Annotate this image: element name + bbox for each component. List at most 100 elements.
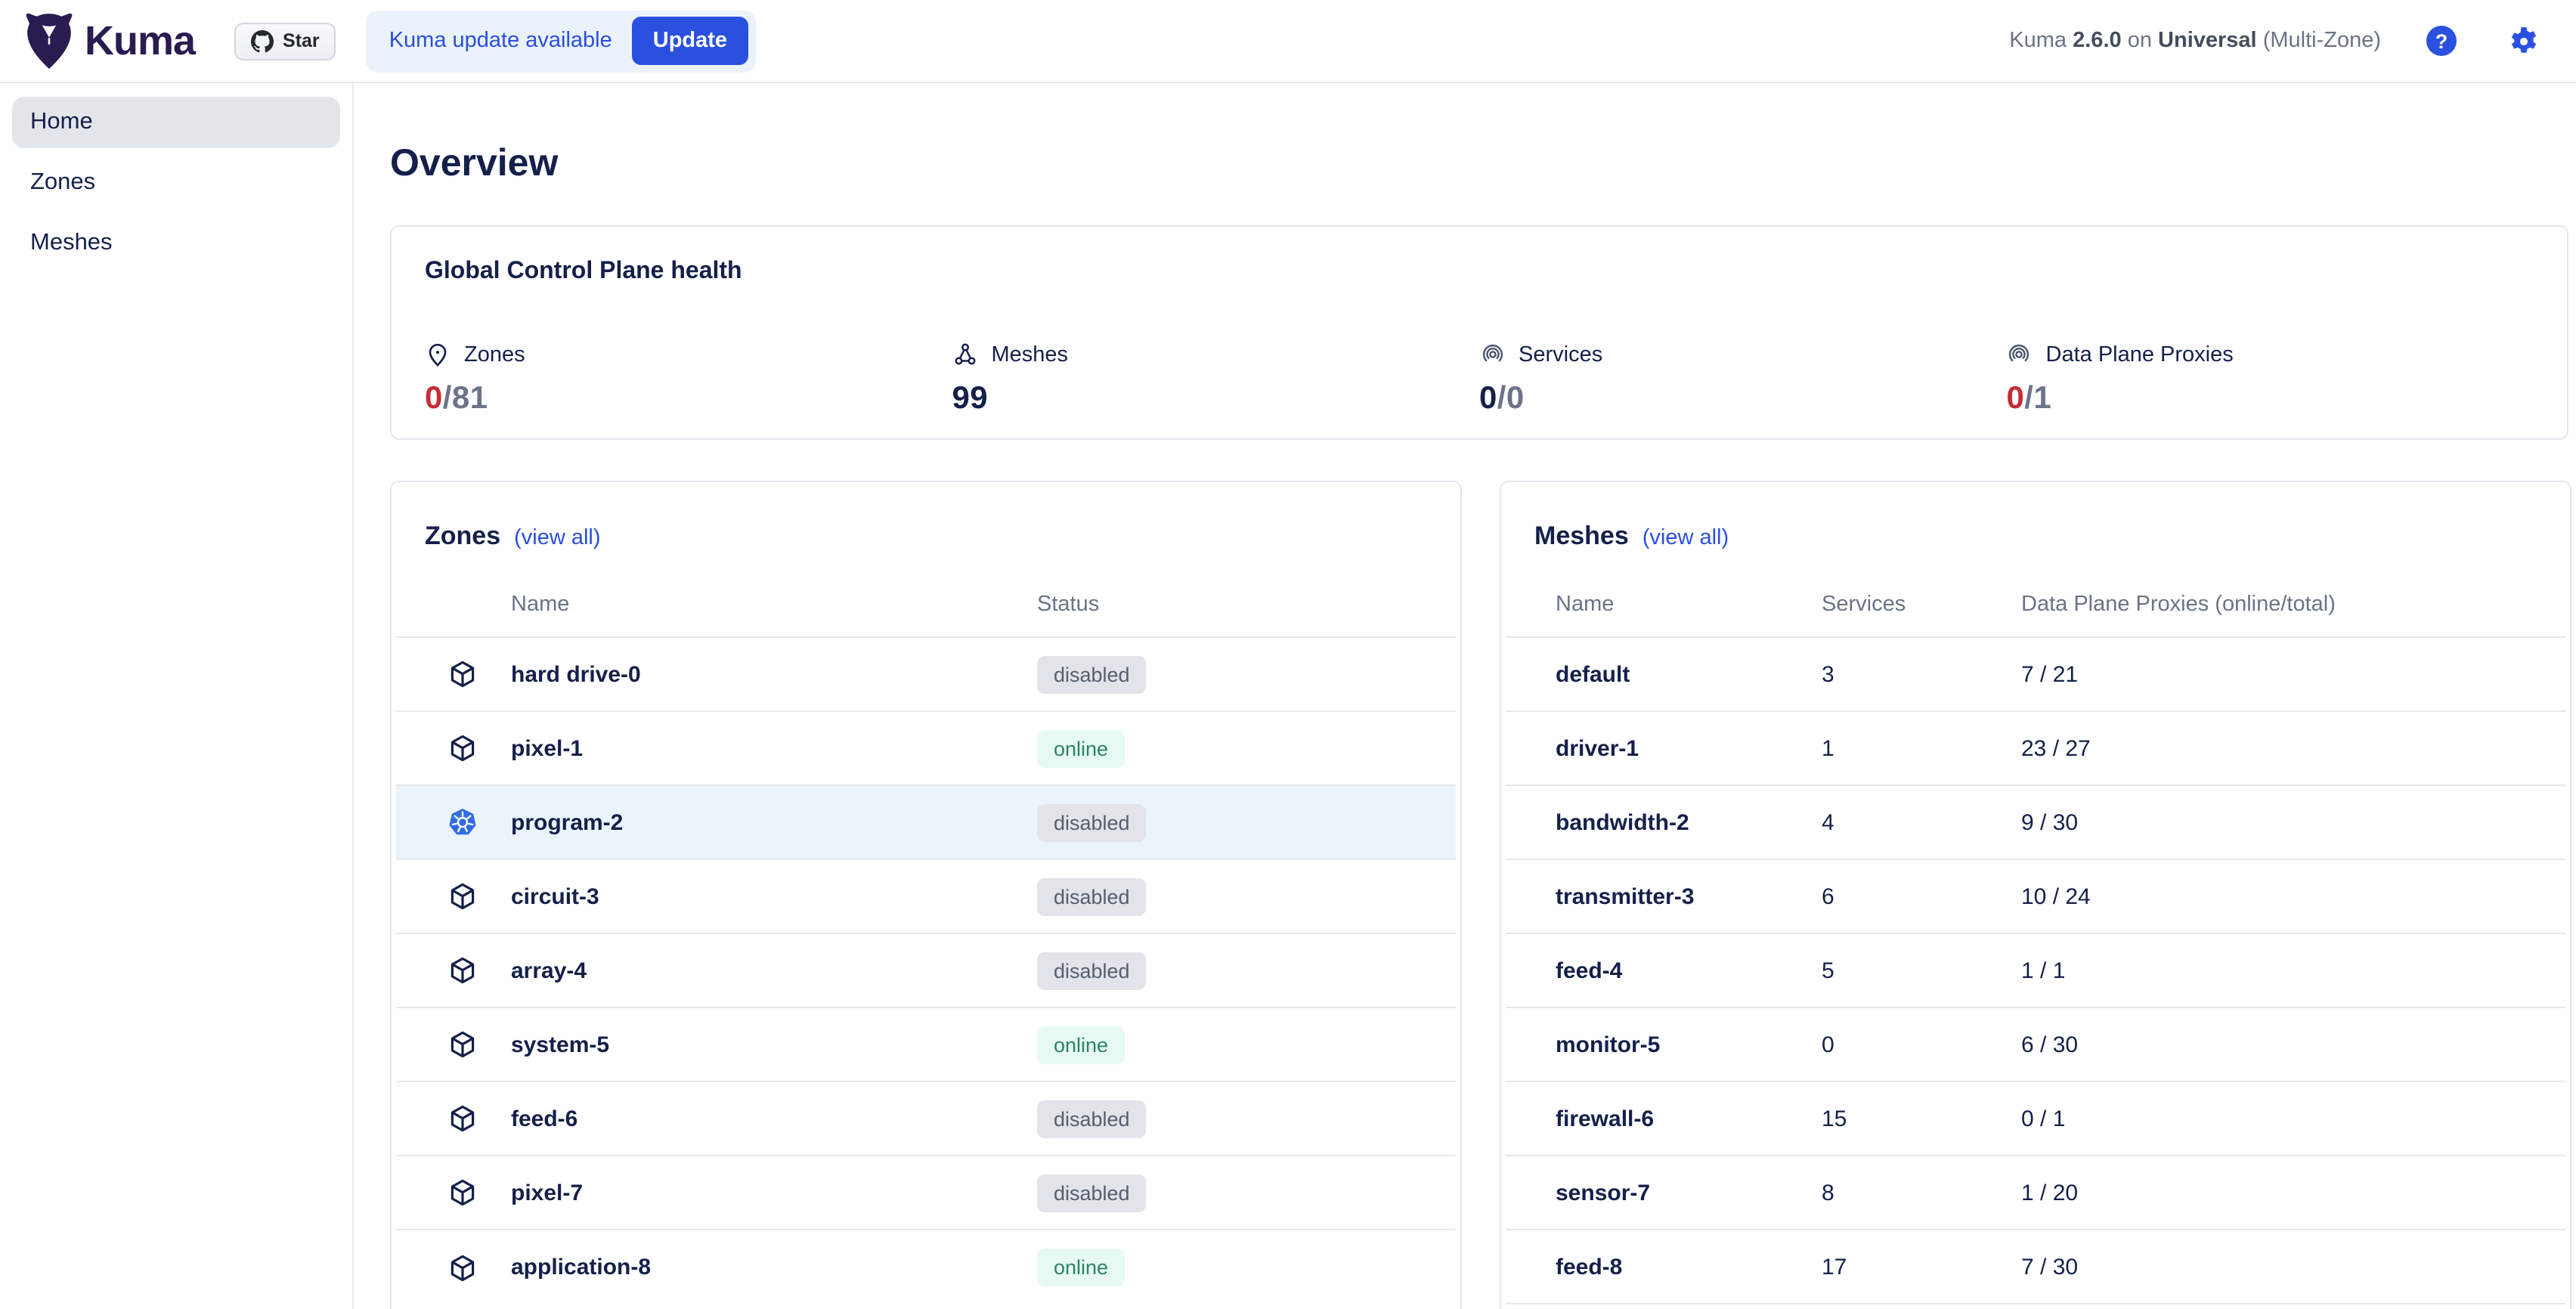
mesh-name-link[interactable]: firewall-6	[1556, 1106, 1822, 1131]
health-stat-label: Data Plane Proxies	[2007, 342, 2534, 367]
update-available-link[interactable]: Kuma update available	[389, 29, 612, 53]
mesh-row[interactable]: monitor-506 / 30	[1506, 1008, 2565, 1082]
mesh-network-icon	[952, 342, 978, 367]
status-badge: online	[1037, 1026, 1125, 1063]
mesh-name-link[interactable]: bandwidth-2	[1556, 809, 1822, 835]
zone-name-link[interactable]: pixel-7	[511, 1180, 1037, 1205]
github-icon	[251, 29, 274, 52]
cube-icon	[447, 733, 478, 763]
service-rings-icon	[2007, 342, 2033, 367]
mesh-name-link[interactable]: feed-4	[1556, 958, 1822, 983]
zone-row[interactable]: pixel-1online	[396, 712, 1456, 786]
version-info: Kuma 2.6.0 on Universal (Multi-Zone)	[2009, 29, 2381, 53]
zone-row[interactable]: hard drive-0disabled	[396, 638, 1456, 712]
zone-name-link[interactable]: hard drive-0	[511, 661, 1037, 687]
health-stat-value: 0/1	[2007, 381, 2534, 417]
health-stat-value-part: 99	[952, 381, 989, 416]
location-pin-icon	[425, 342, 450, 367]
health-stat-value: 99	[952, 381, 1480, 417]
zones-card-title: Zones	[425, 521, 500, 552]
mesh-name-link[interactable]: transmitter-3	[1556, 883, 1822, 909]
mesh-services-count: 17	[1822, 1254, 2021, 1280]
mesh-proxies-count: 7 / 21	[2021, 661, 2565, 687]
zone-status-cell: online	[1037, 729, 1125, 767]
mesh-services-count: 1	[1822, 735, 2021, 761]
mesh-proxies-count: 9 / 30	[2021, 809, 2565, 835]
health-stat-label: Services	[1479, 342, 2007, 367]
zone-row[interactable]: system-5online	[396, 1008, 1456, 1082]
github-star-label: Star	[283, 30, 320, 51]
mesh-row[interactable]: transmitter-3610 / 24	[1506, 860, 2565, 934]
zone-status-cell: disabled	[1037, 1100, 1147, 1137]
service-rings-icon	[1479, 342, 1505, 367]
mesh-row[interactable]: bandwidth-249 / 30	[1506, 786, 2565, 860]
mesh-row[interactable]: sensor-781 / 20	[1506, 1156, 2565, 1230]
github-star-button[interactable]: Star	[234, 22, 336, 60]
zone-status-cell: online	[1037, 1026, 1125, 1063]
environment-label: Universal	[2158, 29, 2257, 53]
sidebar: Home Zones Meshes	[0, 83, 354, 1309]
zone-name-link[interactable]: array-4	[511, 958, 1037, 983]
zone-row[interactable]: application-8online	[396, 1230, 1456, 1304]
mesh-row[interactable]: firewall-6150 / 1	[1506, 1082, 2565, 1156]
global-health-card: Global Control Plane health Zones0/81 Me…	[390, 225, 2568, 440]
zone-name-link[interactable]: pixel-1	[511, 735, 1037, 761]
mesh-name-link[interactable]: sensor-7	[1556, 1180, 1822, 1205]
zone-row[interactable]: array-4disabled	[396, 934, 1456, 1008]
status-badge: disabled	[1037, 952, 1147, 989]
health-stat-label: Meshes	[952, 342, 1480, 367]
zone-status-cell: disabled	[1037, 952, 1147, 989]
health-stat-label-text: Services	[1519, 342, 1602, 367]
main-content: Overview Global Control Plane health Zon…	[354, 83, 2576, 1309]
mesh-proxies-count: 6 / 30	[2021, 1032, 2565, 1057]
mesh-name-link[interactable]: default	[1556, 661, 1822, 687]
mesh-services-count: 3	[1822, 661, 2021, 687]
zones-card: Zones (view all) Name Status hard drive-…	[390, 481, 1462, 1309]
zone-row[interactable]: program-2disabled	[396, 786, 1456, 860]
zone-row[interactable]: circuit-3disabled	[396, 860, 1456, 934]
mesh-row[interactable]: feed-451 / 1	[1506, 934, 2565, 1008]
health-stat-value-part: /81	[443, 381, 488, 416]
version-on-label: on	[2128, 29, 2152, 53]
zone-row-icon-cell	[447, 1029, 511, 1060]
meshes-view-all-link[interactable]: (view all)	[1643, 526, 1729, 550]
zone-name-link[interactable]: system-5	[511, 1032, 1037, 1057]
zone-row-icon-cell	[447, 881, 511, 911]
mesh-proxies-count: 1 / 1	[2021, 958, 2565, 983]
update-button[interactable]: Update	[632, 17, 748, 65]
cube-icon	[447, 1252, 478, 1283]
settings-button[interactable]	[2508, 25, 2540, 57]
mesh-row[interactable]: feed-8177 / 30	[1506, 1230, 2565, 1304]
health-stat: Services0/0	[1479, 342, 2007, 417]
zones-table-header: Name Status	[396, 593, 1456, 638]
mesh-services-count: 0	[1822, 1032, 2021, 1057]
status-badge: online	[1037, 729, 1125, 767]
mesh-row[interactable]: default37 / 21	[1506, 638, 2565, 712]
zone-name-link[interactable]: application-8	[511, 1255, 1037, 1280]
mesh-services-count: 5	[1822, 958, 2021, 983]
help-button[interactable]: ?	[2426, 26, 2457, 56]
sidebar-item-zones[interactable]: Zones	[12, 157, 340, 209]
brand[interactable]: Kuma	[24, 11, 195, 70]
zone-name-link[interactable]: feed-6	[511, 1106, 1037, 1131]
zone-row[interactable]: feed-6disabled	[396, 1082, 1456, 1156]
zone-row-icon-cell	[447, 955, 511, 986]
zones-name-column-header: Name	[511, 593, 1037, 617]
zone-name-link[interactable]: circuit-3	[511, 883, 1037, 909]
zones-view-all-link[interactable]: (view all)	[514, 526, 600, 550]
zone-row-icon-cell	[447, 1103, 511, 1134]
top-nav-bar: Kuma Star Kuma update available Update K…	[0, 0, 2576, 83]
zone-name-link[interactable]: program-2	[511, 809, 1037, 835]
mesh-row[interactable]: driver-1123 / 27	[1506, 712, 2565, 786]
zone-row-icon-cell	[447, 1252, 511, 1283]
mesh-name-link[interactable]: monitor-5	[1556, 1032, 1822, 1057]
sidebar-item-home[interactable]: Home	[12, 97, 340, 148]
mesh-name-link[interactable]: driver-1	[1556, 735, 1822, 761]
zone-row[interactable]: pixel-7disabled	[396, 1156, 1456, 1230]
meshes-services-column-header: Services	[1822, 593, 2021, 617]
mesh-services-count: 8	[1822, 1180, 2021, 1205]
health-stat: Meshes 99	[952, 342, 1480, 417]
mesh-name-link[interactable]: feed-8	[1556, 1254, 1822, 1280]
zone-row-icon-cell	[447, 807, 511, 837]
sidebar-item-meshes[interactable]: Meshes	[12, 218, 340, 269]
